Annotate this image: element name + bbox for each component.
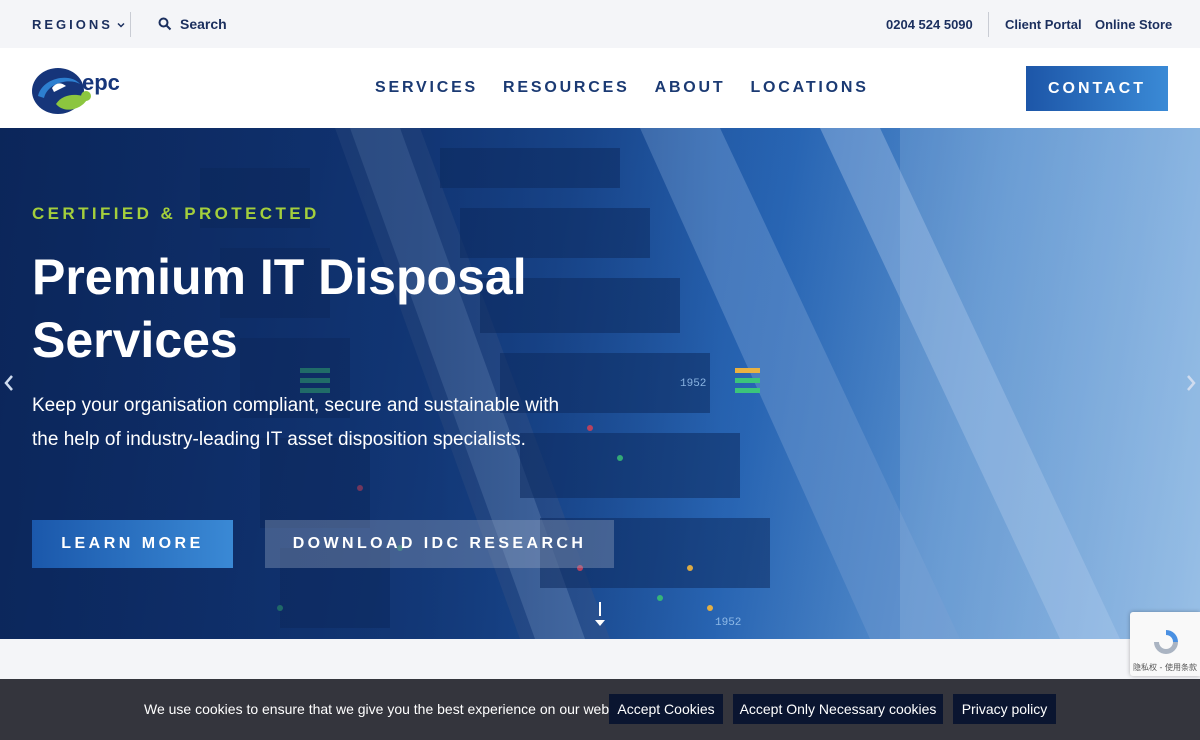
contact-button[interactable]: CONTACT [1026,66,1168,111]
search-label: Search [180,16,227,32]
recaptcha-terms[interactable]: 隐私权 - 使用条款 [1133,662,1197,673]
chevron-right-icon[interactable] [1184,372,1198,394]
hero-banner: 1952 1952 CERTIFIED & PROTECTED Premium … [0,128,1200,639]
svg-text:epc: epc [82,70,120,95]
site-header: epc SERVICES RESOURCES ABOUT LOCATIONS C… [0,48,1200,128]
online-store-link[interactable]: Online Store [1095,17,1172,32]
nav-item-services[interactable]: SERVICES [375,79,478,97]
chevron-left-icon[interactable] [2,372,16,394]
hero-eyebrow: CERTIFIED & PROTECTED [32,204,320,223]
utility-divider [130,12,131,37]
chevron-down-icon [117,22,125,28]
recaptcha-icon [1154,630,1178,654]
epc-logo[interactable]: epc [30,66,142,118]
privacy-policy-button[interactable]: Privacy policy [953,694,1056,724]
search-button[interactable]: Search [158,16,227,32]
accept-cookies-button[interactable]: Accept Cookies [609,694,723,724]
regions-label: REGIONS [32,17,113,32]
arrow-down-icon[interactable] [592,600,608,628]
nav-item-resources[interactable]: RESOURCES [503,79,630,97]
main-nav: SERVICES RESOURCES ABOUT LOCATIONS [375,79,869,97]
recaptcha-badge[interactable]: 隐私权 - 使用条款 [1130,612,1200,676]
search-icon [158,17,172,31]
accept-necessary-cookies-button[interactable]: Accept Only Necessary cookies [733,694,943,724]
content-section [0,639,1200,679]
hero-title: Premium IT Disposal Services [32,249,527,368]
regions-dropdown[interactable]: REGIONS [32,17,126,32]
phone-link[interactable]: 0204 524 5090 [886,17,973,32]
learn-more-button[interactable]: LEARN MORE [32,520,233,568]
download-idc-research-button[interactable]: DOWNLOAD IDC RESEARCH [265,520,614,568]
nav-item-locations[interactable]: LOCATIONS [750,79,868,97]
hero-description: Keep your organisation compliant, secure… [32,395,560,450]
cookie-message: We use cookies to ensure that we give yo… [144,701,635,717]
cookie-consent-bar: We use cookies to ensure that we give yo… [0,679,1200,740]
client-portal-link[interactable]: Client Portal [1005,17,1082,32]
utility-bar: REGIONS Search 0204 524 5090 Client Port… [0,0,1200,48]
nav-item-about[interactable]: ABOUT [655,79,726,97]
utility-divider [988,12,989,37]
